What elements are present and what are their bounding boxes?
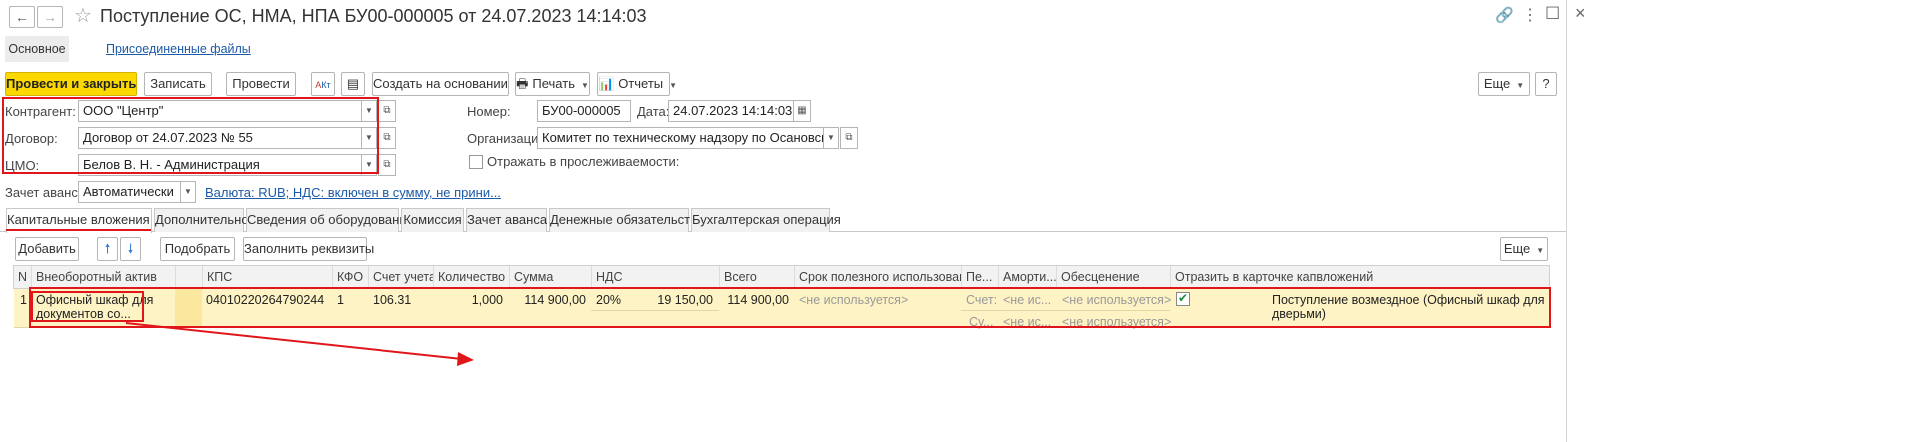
window-edge	[1566, 0, 1567, 442]
annotation-arrow	[125, 322, 474, 366]
